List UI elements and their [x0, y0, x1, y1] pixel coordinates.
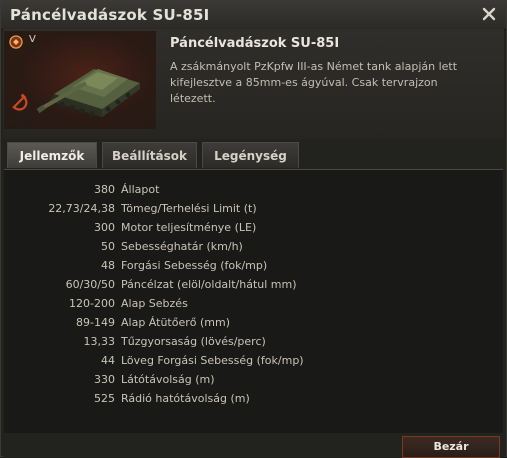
stat-row: 22,73/24,38 Tömeg/Terhelési Limit (t) [4, 199, 503, 218]
stat-label: Páncélzat (elöl/oldalt/hátul mm) [121, 278, 297, 291]
stat-label: Tűzgyorsaság (lövés/perc) [121, 335, 266, 348]
vehicle-name: Páncélvadászok SU-85I [170, 36, 340, 51]
stat-row: 44 Löveg Forgási Sebesség (fok/mp) [4, 351, 503, 370]
stat-row: 330 Látótávolság (m) [4, 370, 503, 389]
tab-settings[interactable]: Beállítások [102, 142, 197, 168]
nation-badge-icon [9, 34, 23, 49]
stat-value: 120-200 [69, 297, 115, 310]
stat-row: 300 Motor teljesítménye (LE) [4, 218, 503, 237]
stat-label: Alap Sebzés [121, 297, 188, 310]
stat-value: 380 [94, 183, 115, 196]
stat-label: Alap Átütőerő (mm) [121, 316, 230, 329]
stat-value: 44 [101, 354, 115, 367]
window-title: Páncélvadászok SU-85I [10, 6, 210, 24]
vehicle-description: A zsákmányolt PzKpfw III-as Német tank a… [170, 60, 458, 105]
hammer-sickle-icon [8, 91, 30, 113]
stat-value: 13,33 [83, 335, 116, 348]
stat-label: Sebességhatár (km/h) [121, 240, 243, 253]
stats-panel: 380 Állapot 22,73/24,38 Tömeg/Terhelési … [4, 169, 503, 434]
vehicle-image-area: V [4, 31, 156, 129]
stat-value: 300 [94, 221, 115, 234]
stat-row: 13,33 Tűzgyorsaság (lövés/perc) [4, 332, 503, 351]
stat-row: 60/30/50 Páncélzat (elöl/oldalt/hátul mm… [4, 275, 503, 294]
stat-label: Löveg Forgási Sebesség (fok/mp) [121, 354, 304, 367]
stat-label: Motor teljesítménye (LE) [121, 221, 257, 234]
stat-row: 380 Állapot [4, 180, 503, 199]
close-button[interactable]: Bezár [402, 436, 500, 458]
stat-value: 525 [94, 392, 115, 405]
close-icon[interactable] [481, 6, 497, 22]
stat-row: 50 Sebességhatár (km/h) [4, 237, 503, 256]
tank-image [32, 43, 152, 123]
stat-value: 89-149 [76, 316, 115, 329]
stat-label: Tömeg/Terhelési Limit (t) [121, 202, 257, 215]
tab-bar: Jellemzők Beállítások Legénység [4, 142, 504, 170]
stat-value: 330 [94, 373, 115, 386]
stat-label: Állapot [121, 183, 160, 196]
vehicle-info-window: Páncélvadászok SU-85I V Páncélvadászok S… [0, 0, 507, 458]
stat-value: 48 [101, 259, 115, 272]
stat-value: 60/30/50 [65, 278, 115, 291]
stat-label: Látótávolság (m) [121, 373, 215, 386]
stat-value: 22,73/24,38 [48, 202, 115, 215]
stat-label: Rádió hatótávolság (m) [121, 392, 250, 405]
tab-characteristics[interactable]: Jellemzők [7, 142, 97, 168]
stat-row: 89-149 Alap Átütőerő (mm) [4, 313, 503, 332]
stat-row: 120-200 Alap Sebzés [4, 294, 503, 313]
footer: Bezár [3, 433, 506, 458]
tab-crew[interactable]: Legénység [202, 142, 299, 168]
stat-row: 525 Rádió hatótávolság (m) [4, 389, 503, 408]
titlebar: Páncélvadászok SU-85I [1, 1, 506, 30]
stat-row: 48 Forgási Sebesség (fok/mp) [4, 256, 503, 275]
stat-label: Forgási Sebesség (fok/mp) [121, 259, 268, 272]
stat-value: 50 [101, 240, 115, 253]
